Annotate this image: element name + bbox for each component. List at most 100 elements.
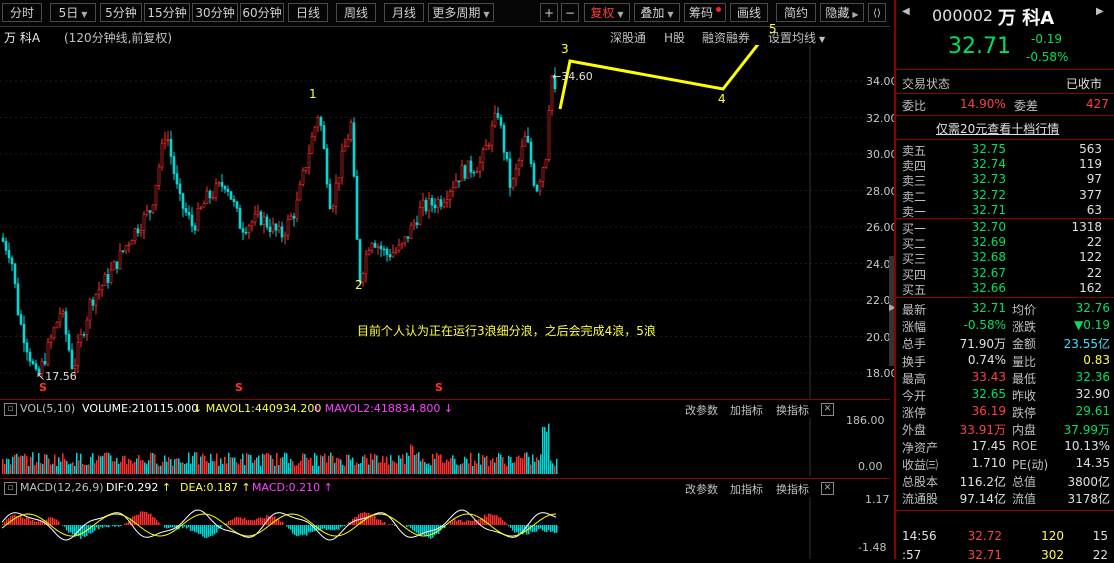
tab-more-periods[interactable]: 更多周期▼ [428,3,494,22]
candle-body [188,212,190,215]
draw-line-button[interactable]: 画线 [730,3,768,22]
buy-level-row[interactable]: 买三32.68122 [902,250,1112,265]
volume-bar [34,465,36,474]
close-icon[interactable]: ✕ [821,403,834,416]
macd-bar [62,525,64,526]
macd-add-indicator[interactable]: 加指标 [730,481,763,497]
stat-row: 今开32.65昨收32.90 [902,387,1112,402]
macd-bar [450,522,452,525]
sell-level-row[interactable]: 卖四32.74119 [902,157,1112,172]
chip-label: 筹码 [689,6,713,20]
forward-icon[interactable]: ▶ [1096,6,1104,17]
macd-bar [342,525,344,526]
macd-bar [310,525,312,532]
simple-mode-button[interactable]: 简约 [776,3,816,22]
vol-edit-params[interactable]: 改参数 [685,402,718,418]
buy-level-row[interactable]: 买四32.6722 [902,266,1112,281]
tab-5min[interactable]: 5分钟 [100,3,142,22]
fuquan-button[interactable]: 复权▼ [584,3,630,22]
vol-switch-indicator[interactable]: 换指标 [776,402,809,418]
macd-bar [154,518,156,525]
volume-bar [512,463,514,474]
volume-bar [224,457,226,474]
macd-bar [260,518,262,525]
sell-level-row[interactable]: 卖一32.7163 [902,203,1112,218]
volume-bar [416,453,418,474]
volume-bar [548,424,550,474]
macd-bar [498,517,500,525]
macd-switch-indicator[interactable]: 换指标 [776,481,809,497]
macd-bar [90,525,92,534]
vol-add-indicator[interactable]: 加指标 [730,402,763,418]
sell-level-row[interactable]: 卖三32.7397 [902,172,1112,187]
macd-bar [308,525,310,532]
candle-body [68,334,70,350]
buy-level-row[interactable]: 买二32.6922 [902,235,1112,250]
volume-bar [420,461,422,474]
collapse-icon[interactable]: ⟨⟩ [868,3,886,22]
candle-body [206,191,208,203]
panel-toggle-icon[interactable]: ▫ [4,482,17,495]
volume-bar [520,458,522,474]
volume-bar [120,462,122,474]
macd-bar [26,517,28,525]
volume-bar [450,458,452,474]
chip-button[interactable]: 筹码 [684,3,726,22]
zoom-in-button[interactable]: + [540,3,558,22]
zoom-out-button[interactable]: − [561,3,579,22]
candle-body [497,113,499,117]
volume-bar [170,459,172,474]
candle-body [530,142,532,164]
macd-bar [98,525,100,529]
tab-fenshi[interactable]: 分时 [2,3,42,22]
tab-30min[interactable]: 30分钟 [192,3,238,22]
macd-bar [36,522,38,525]
tab-15min[interactable]: 15分钟 [144,3,190,22]
volume-bar [228,453,230,474]
back-icon[interactable]: ◀ [902,6,910,17]
close-icon[interactable]: ✕ [821,482,834,495]
volume-bar [468,463,470,474]
buy-level-row[interactable]: 买五32.66162 [902,281,1112,296]
sell-level-row[interactable]: 卖五32.75563 [902,142,1112,157]
link-hshare[interactable]: H股 [664,29,685,46]
macd-bar [412,525,414,530]
candle-body [521,146,523,160]
macd-bar [58,522,60,525]
stat-label: 换手 [902,353,926,370]
chevron-right-icon: ▶ [852,10,858,19]
kline-chart[interactable] [0,45,890,399]
candle-body [506,152,508,159]
tab-month[interactable]: 月线 [384,3,424,22]
volume-bar [392,461,394,474]
sell-level-volume: 563 [1042,142,1102,156]
volume-bar [108,453,110,474]
candle-body [23,324,25,343]
stat-row: 净资产17.45ROE10.13% [902,439,1112,454]
tab-more-label: 更多周期 [432,6,480,20]
candle-body [65,312,67,335]
macd-bar [50,517,52,525]
macd-bar [414,525,416,532]
level2-promo-link[interactable]: 仅需20元查看十档行情 [936,120,1059,137]
buy-level-row[interactable]: 买一32.701318 [902,220,1112,235]
overlay-button[interactable]: 叠加▼ [634,3,680,22]
candle-body [323,125,325,148]
candle-body [542,168,544,182]
volume-bar [408,456,410,474]
candle-body [380,246,382,249]
volume-bar [20,455,22,474]
hide-button[interactable]: 隐藏▶ [820,3,864,22]
sell-level-row[interactable]: 卖二32.72377 [902,188,1112,203]
tab-day[interactable]: 日线 [288,3,328,22]
stat-row: 收益㈢1.710PE(动)14.35 [902,456,1112,471]
tab-5day[interactable]: 5日▼ [50,3,96,22]
tick-time: :57 [902,548,921,562]
tab-week[interactable]: 周线 [336,3,376,22]
panel-toggle-icon[interactable]: ▫ [4,403,17,416]
tab-60min[interactable]: 60分钟 [240,3,284,22]
macd-edit-params[interactable]: 改参数 [685,481,718,497]
volume-bar [316,455,318,474]
link-margin[interactable]: 融资融券 [702,29,750,46]
link-sgt[interactable]: 深股通 [610,29,646,46]
